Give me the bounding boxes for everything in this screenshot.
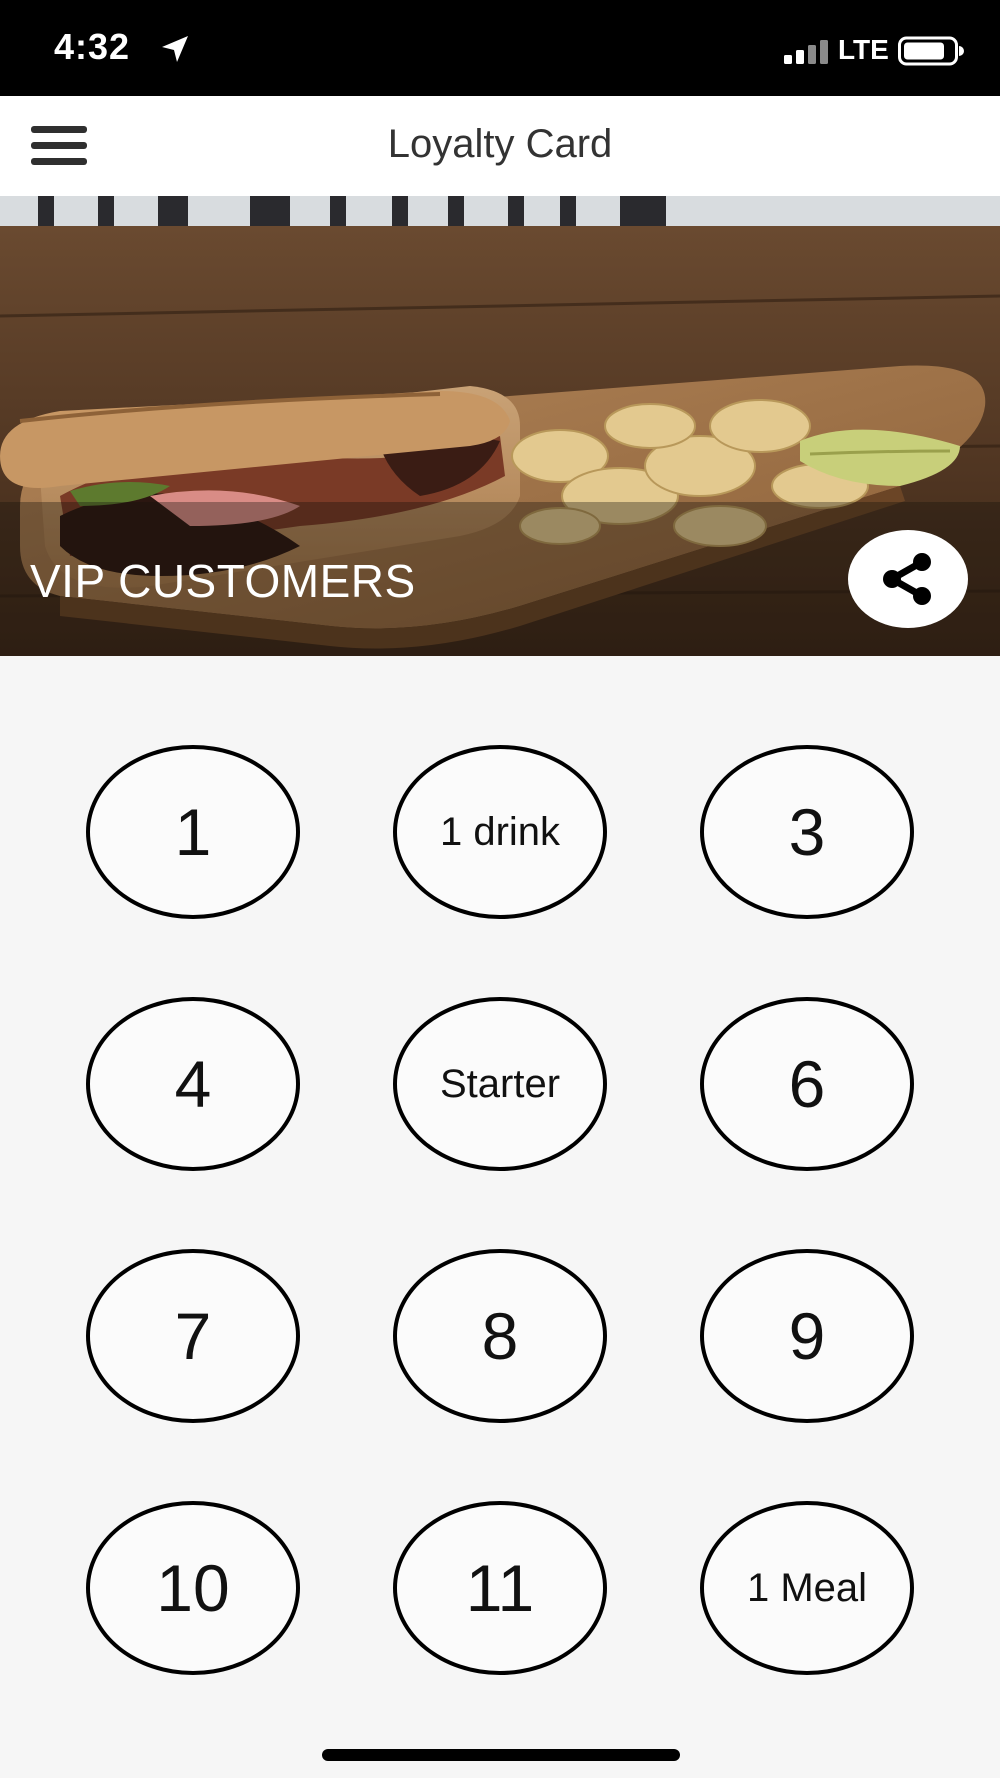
status-bar: 4:32 LTE bbox=[0, 0, 1000, 96]
battery-icon bbox=[898, 36, 964, 66]
stamp-12[interactable]: 1 Meal bbox=[700, 1501, 914, 1675]
stamp-label: 10 bbox=[156, 1551, 230, 1625]
network-type-label: LTE bbox=[838, 34, 889, 65]
stamp-label: 8 bbox=[481, 1299, 519, 1373]
card-name: VIP CUSTOMERS bbox=[30, 555, 416, 607]
stamp-4[interactable]: 4 bbox=[86, 997, 300, 1171]
app-header: Loyalty Card bbox=[0, 96, 1000, 196]
location-arrow-icon bbox=[162, 36, 188, 62]
stamp-label: 1 bbox=[174, 795, 212, 869]
stamp-label: 7 bbox=[174, 1299, 212, 1373]
stamp-label: 1 drink bbox=[439, 810, 561, 854]
stamp-label: 11 bbox=[465, 1551, 535, 1625]
status-time: 4:32 bbox=[54, 26, 131, 67]
stamp-grid: 1 1 drink 3 4 Starter 6 7 8 9 10 11 1 Meal bbox=[0, 656, 1000, 1736]
stamp-11[interactable]: 11 bbox=[393, 1501, 607, 1675]
stamp-2[interactable]: 1 drink bbox=[393, 745, 607, 919]
stamp-3[interactable]: 3 bbox=[700, 745, 914, 919]
stamp-8[interactable]: 8 bbox=[393, 1249, 607, 1423]
loyalty-card-screen: 4:32 LTE Loyalty Card VIP CUSTOMERS 1 1 … bbox=[0, 0, 1000, 1778]
stamp-label: 1 Meal bbox=[746, 1566, 868, 1610]
stamp-7[interactable]: 7 bbox=[86, 1249, 300, 1423]
home-indicator[interactable] bbox=[322, 1749, 680, 1761]
stamp-1[interactable]: 1 bbox=[86, 745, 300, 919]
stamp-label: Starter bbox=[439, 1062, 561, 1106]
signal-icon bbox=[784, 40, 828, 64]
page-title: Loyalty Card bbox=[387, 122, 613, 166]
stamp-label: 6 bbox=[788, 1047, 826, 1121]
stamp-9[interactable]: 9 bbox=[700, 1249, 914, 1423]
stamp-label: 9 bbox=[788, 1299, 826, 1373]
stamp-5[interactable]: Starter bbox=[393, 997, 607, 1171]
stamp-label: 3 bbox=[788, 795, 826, 869]
stamp-6[interactable]: 6 bbox=[700, 997, 914, 1171]
card-banner: VIP CUSTOMERS bbox=[0, 196, 1000, 656]
stamp-10[interactable]: 10 bbox=[86, 1501, 300, 1675]
share-button[interactable] bbox=[848, 530, 968, 628]
stamp-label: 4 bbox=[174, 1047, 212, 1121]
share-icon bbox=[883, 553, 931, 605]
